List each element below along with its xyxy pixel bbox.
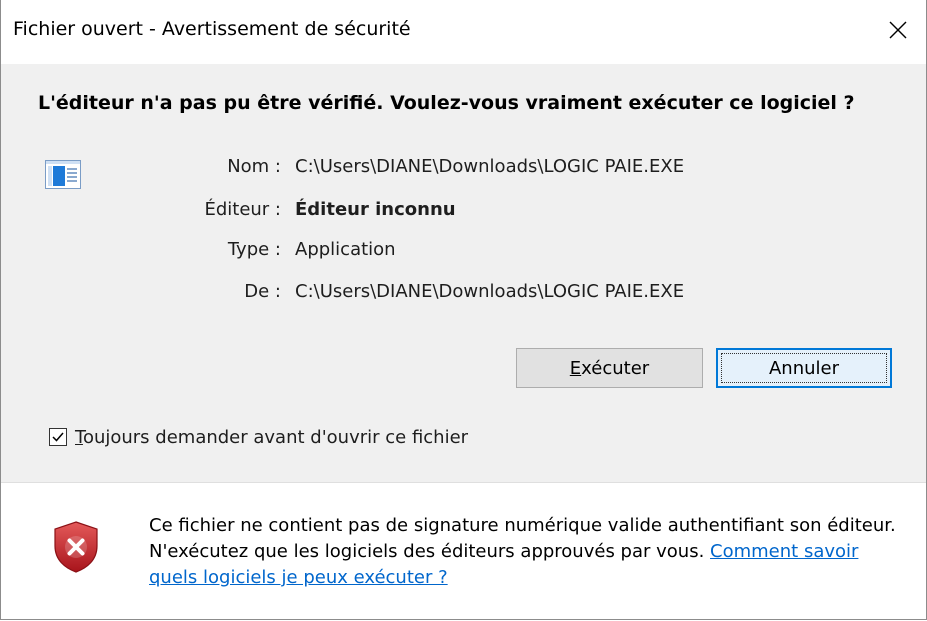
dialog-heading: L'éditeur n'a pas pu être vérifié. Voule… xyxy=(38,92,855,114)
run-button-label: Exécuter xyxy=(569,357,650,379)
from-label: De : xyxy=(244,281,281,302)
title-bar: Fichier ouvert - Avertissement de sécuri… xyxy=(1,0,926,64)
close-icon xyxy=(889,21,907,39)
name-label: Nom : xyxy=(227,156,281,177)
close-button[interactable] xyxy=(878,12,918,48)
always-ask-checkbox-row[interactable]: Toujours demander avant d'ouvrir ce fich… xyxy=(49,424,468,450)
security-warning-dialog: Fichier ouvert - Avertissement de sécuri… xyxy=(0,0,927,620)
application-window-icon xyxy=(45,160,81,189)
name-value: C:\Users\DIANE\Downloads\LOGIC PAIE.EXE xyxy=(295,156,685,177)
type-label: Type : xyxy=(227,239,281,260)
warning-message: Ce fichier ne contient pas de signature … xyxy=(149,513,909,591)
window-title: Fichier ouvert - Avertissement de sécuri… xyxy=(13,18,411,40)
warning-panel: Ce fichier ne contient pas de signature … xyxy=(1,483,926,619)
publisher-value: Éditeur inconnu xyxy=(295,199,456,220)
from-value: C:\Users\DIANE\Downloads\LOGIC PAIE.EXE xyxy=(295,281,685,302)
type-value: Application xyxy=(295,239,396,260)
run-button[interactable]: Exécuter xyxy=(516,348,703,388)
always-ask-checkbox[interactable] xyxy=(49,428,67,446)
always-ask-label: Toujours demander avant d'ouvrir ce fich… xyxy=(75,426,469,448)
cancel-button[interactable]: Annuler xyxy=(716,348,892,388)
shield-error-icon xyxy=(54,521,98,573)
checkmark-icon xyxy=(52,432,64,442)
publisher-label: Éditeur : xyxy=(204,199,281,220)
cancel-button-label: Annuler xyxy=(768,357,839,379)
